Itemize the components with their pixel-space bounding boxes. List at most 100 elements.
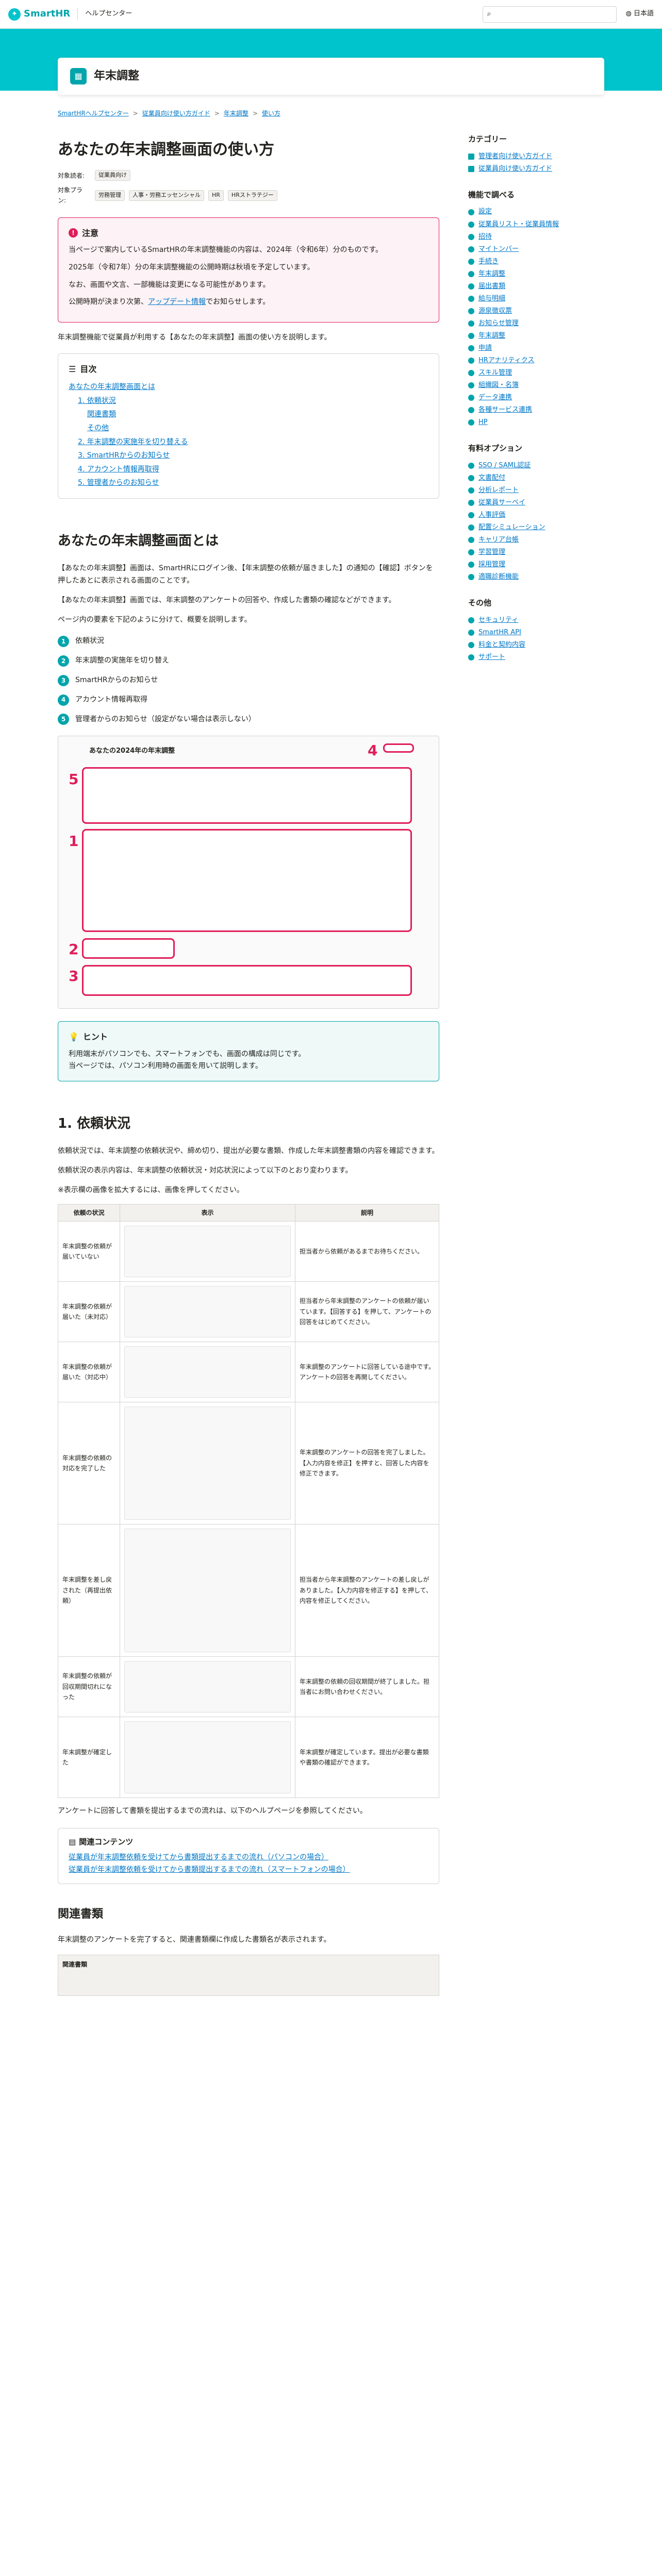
sidebar-link[interactable]: 適職診断機能 xyxy=(478,571,519,583)
sidebar-item[interactable]: 従業員リスト・従業員情報 xyxy=(468,218,604,231)
update-info-link[interactable]: アップデート情報 xyxy=(148,298,206,306)
sidebar-link[interactable]: 手続き xyxy=(478,256,499,268)
sidebar-item[interactable]: キャリア台帳 xyxy=(468,534,604,546)
smarthr-logo[interactable]: ✦ SmartHR xyxy=(8,6,70,22)
help-center-link[interactable]: ヘルプセンター xyxy=(77,8,132,20)
breadcrumb-item[interactable]: SmartHRヘルプセンター xyxy=(58,108,129,118)
sidebar-link[interactable]: 組織図・名簿 xyxy=(478,379,519,392)
sidebar-item[interactable]: 適職診断機能 xyxy=(468,571,604,583)
status-thumbnail[interactable] xyxy=(124,1346,291,1398)
sidebar-link[interactable]: 学習管理 xyxy=(478,546,505,558)
status-thumbnail[interactable] xyxy=(124,1406,291,1520)
sidebar-link[interactable]: 設定 xyxy=(478,206,492,218)
sidebar-link[interactable]: サポート xyxy=(478,651,505,664)
sidebar-link[interactable]: スキル管理 xyxy=(478,367,512,379)
image-cell[interactable] xyxy=(120,1656,295,1718)
sidebar-link[interactable]: 従業員リスト・従業員情報 xyxy=(478,218,559,231)
sidebar-link[interactable]: 従業員向け使い方ガイド xyxy=(478,163,552,175)
related-link[interactable]: 従業員が年末調整依頼を受けてから書類提出するまでの流れ（パソコンの場合） xyxy=(69,1853,328,1861)
sidebar-item[interactable]: 招待 xyxy=(468,231,604,243)
sidebar-link[interactable]: 年末調整 xyxy=(478,268,505,280)
toc-link[interactable]: あなたの年末調整画面とは xyxy=(69,383,155,391)
sidebar-link[interactable]: 各種サービス連携 xyxy=(478,404,532,416)
sidebar-item[interactable]: 管理者向け使い方ガイド xyxy=(468,150,604,163)
status-thumbnail[interactable] xyxy=(124,1529,291,1653)
sidebar-link[interactable]: HRアナリティクス xyxy=(478,354,534,367)
sidebar-link[interactable]: お知らせ管理 xyxy=(478,317,519,330)
toc-link[interactable]: 3. SmartHRからのお知らせ xyxy=(78,451,170,460)
sidebar-item[interactable]: 採用管理 xyxy=(468,558,604,571)
toc-link[interactable]: 5. 管理者からのお知らせ xyxy=(78,479,159,487)
sidebar-item[interactable]: 料金と契約内容 xyxy=(468,639,604,651)
sidebar-link[interactable]: 届出書類 xyxy=(478,280,505,293)
sidebar-link[interactable]: SmartHR API xyxy=(478,626,521,639)
sidebar-item[interactable]: マイトンバー xyxy=(468,243,604,256)
breadcrumb-item[interactable]: 年末調整 xyxy=(224,108,249,118)
sidebar-item[interactable]: お知らせ管理 xyxy=(468,317,604,330)
search-box[interactable]: ⌕ xyxy=(482,6,617,23)
breadcrumb-item[interactable]: 使い方 xyxy=(262,108,280,118)
sidebar-link[interactable]: 招待 xyxy=(478,231,492,243)
sidebar-item[interactable]: 文書配付 xyxy=(468,472,604,484)
status-thumbnail[interactable] xyxy=(124,1721,291,1794)
sidebar-item[interactable]: HRアナリティクス xyxy=(468,354,604,367)
sidebar-link[interactable]: キャリア台帳 xyxy=(478,534,519,546)
sidebar-item[interactable]: 従業員向け使い方ガイド xyxy=(468,163,604,175)
sidebar-link[interactable]: 申請 xyxy=(478,342,492,354)
sidebar-item[interactable]: SmartHR API xyxy=(468,626,604,639)
image-cell[interactable] xyxy=(120,1281,295,1343)
toc-link[interactable]: 4. アカウント情報再取得 xyxy=(78,465,159,473)
sidebar-item[interactable]: サポート xyxy=(468,651,604,664)
sidebar-link[interactable]: セキュリティ xyxy=(478,614,518,626)
sidebar-link[interactable]: 管理者向け使い方ガイド xyxy=(478,150,552,163)
sidebar-link[interactable]: SSO / SAML認証 xyxy=(478,460,531,472)
toc-link[interactable]: 1. 依頼状況 xyxy=(78,397,116,405)
sidebar-item[interactable]: セキュリティ xyxy=(468,614,604,626)
sidebar-item[interactable]: 手続き xyxy=(468,256,604,268)
sidebar-item[interactable]: 各種サービス連携 xyxy=(468,404,604,416)
toc-link[interactable]: 2. 年末調整の実施年を切り替える xyxy=(78,438,188,446)
breadcrumb-item[interactable]: 従業員向け使い方ガイド xyxy=(142,108,210,118)
sidebar-item[interactable]: 配置シミュレーション xyxy=(468,521,604,534)
sidebar-link[interactable]: 年末調整 xyxy=(478,330,505,342)
sidebar-link[interactable]: 分析レポート xyxy=(478,484,519,497)
image-cell[interactable] xyxy=(120,1524,295,1657)
sidebar-item[interactable]: 年末調整 xyxy=(468,330,604,342)
sidebar-item[interactable]: 給与明細 xyxy=(468,293,604,305)
sidebar-item[interactable]: 設定 xyxy=(468,206,604,218)
toc-link[interactable]: 関連書類 xyxy=(87,410,116,418)
sidebar-item[interactable]: スキル管理 xyxy=(468,367,604,379)
sidebar-link[interactable]: 源泉徴収票 xyxy=(478,305,512,317)
sidebar-item[interactable]: SSO / SAML認証 xyxy=(468,460,604,472)
sidebar-item[interactable]: データ連携 xyxy=(468,392,604,404)
sidebar-item[interactable]: 年末調整 xyxy=(468,268,604,280)
language-switcher[interactable]: ◍ 日本語 xyxy=(626,8,654,20)
sidebar-link[interactable]: 従業員サーベイ xyxy=(478,497,525,509)
sidebar-link[interactable]: 採用管理 xyxy=(478,558,505,571)
sidebar-item[interactable]: 分析レポート xyxy=(468,484,604,497)
sidebar-link[interactable]: マイトンバー xyxy=(478,243,519,256)
image-cell[interactable] xyxy=(120,1402,295,1525)
sidebar-item[interactable]: 届出書類 xyxy=(468,280,604,293)
sidebar-item[interactable]: 源泉徴収票 xyxy=(468,305,604,317)
sidebar-item[interactable]: HP xyxy=(468,416,604,429)
related-link[interactable]: 従業員が年末調整依頼を受けてから書類提出するまでの流れ（スマートフォンの場合） xyxy=(69,1866,350,1874)
image-cell[interactable] xyxy=(120,1717,295,1799)
sidebar-item[interactable]: 人事評価 xyxy=(468,509,604,521)
sidebar-link[interactable]: 料金と契約内容 xyxy=(478,639,525,651)
sidebar-link[interactable]: 人事評価 xyxy=(478,509,505,521)
status-thumbnail[interactable] xyxy=(124,1286,291,1338)
toc-link[interactable]: その他 xyxy=(87,424,109,432)
sidebar-item[interactable]: 従業員サーベイ xyxy=(468,497,604,509)
sidebar-item[interactable]: 組織図・名簿 xyxy=(468,379,604,392)
image-cell[interactable] xyxy=(120,1221,295,1282)
search-input[interactable] xyxy=(494,10,612,18)
image-cell[interactable] xyxy=(120,1342,295,1403)
sidebar-item[interactable]: 学習管理 xyxy=(468,546,604,558)
screenshot-figure[interactable]: あなたの2024年の年末調整 4 5 1 2 3 xyxy=(58,736,439,1009)
sidebar-link[interactable]: データ連携 xyxy=(478,392,512,404)
sidebar-link[interactable]: 文書配付 xyxy=(478,472,505,484)
sidebar-item[interactable]: 申請 xyxy=(468,342,604,354)
sidebar-link[interactable]: HP xyxy=(478,416,488,429)
status-thumbnail[interactable] xyxy=(124,1226,291,1278)
